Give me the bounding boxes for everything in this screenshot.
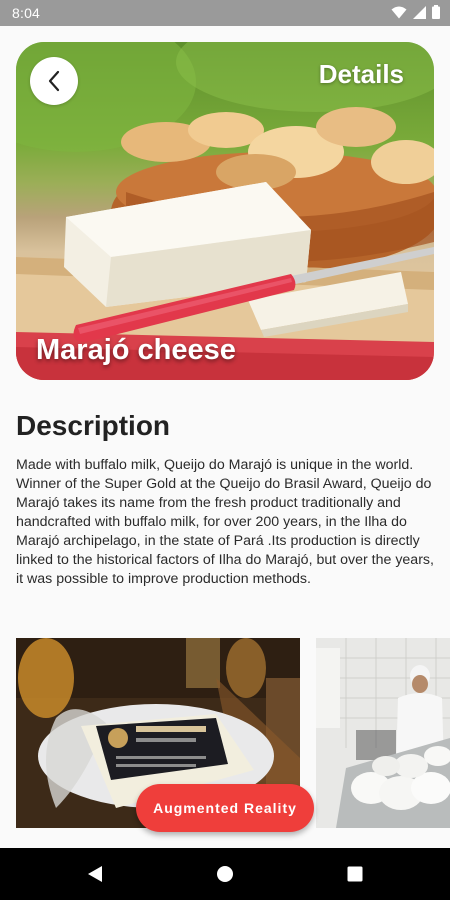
battery-icon bbox=[432, 5, 440, 22]
status-bar: 8:04 bbox=[0, 0, 450, 26]
nav-back-button[interactable] bbox=[65, 848, 125, 900]
nav-recents-icon bbox=[347, 866, 363, 882]
nav-home-icon bbox=[217, 866, 233, 882]
cheese-production-photo bbox=[316, 638, 450, 828]
nav-recents-button[interactable] bbox=[325, 848, 385, 900]
cheese-hero-photo bbox=[16, 42, 434, 380]
back-button[interactable] bbox=[30, 57, 78, 105]
wifi-icon bbox=[391, 6, 407, 22]
nav-back-icon bbox=[88, 866, 102, 882]
description-text: Made with buffalo milk, Queijo do Marajó… bbox=[16, 457, 434, 587]
gallery-image-production[interactable] bbox=[316, 638, 450, 828]
description-heading: Description bbox=[16, 410, 171, 441]
header-title: Details bbox=[318, 59, 404, 89]
augmented-reality-button[interactable]: Augmented Reality bbox=[136, 784, 314, 832]
nav-home-button[interactable] bbox=[195, 848, 255, 900]
status-icons bbox=[391, 5, 440, 22]
back-arrow-icon bbox=[48, 70, 60, 92]
navigation-bar bbox=[0, 848, 450, 900]
product-name: Marajó cheese bbox=[36, 334, 236, 366]
status-time: 8:04 bbox=[12, 5, 41, 21]
hero-image-card: Details Marajó cheese bbox=[16, 42, 434, 380]
cellular-signal-icon bbox=[413, 5, 426, 22]
